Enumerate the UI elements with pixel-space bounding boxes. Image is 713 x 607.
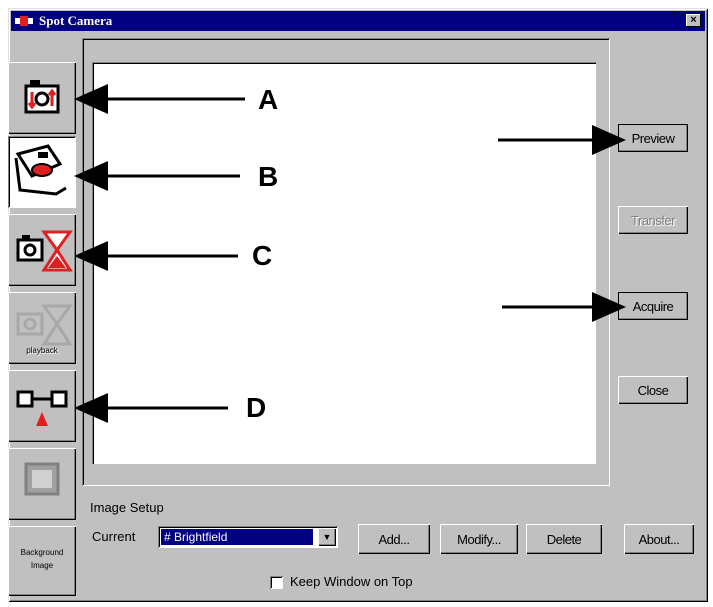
arrow-preview (592, 125, 626, 155)
arrow-a (74, 84, 108, 114)
arrow-acquire (592, 292, 626, 322)
annotation-arrows (74, 84, 626, 423)
arrow-c (74, 241, 108, 271)
annotation-a: A (258, 84, 279, 115)
arrow-d (74, 393, 108, 423)
arrow-b (74, 161, 108, 191)
annotation-d: D (246, 392, 267, 423)
annotation-b: B (258, 161, 279, 192)
annotation-c: C (252, 240, 273, 271)
